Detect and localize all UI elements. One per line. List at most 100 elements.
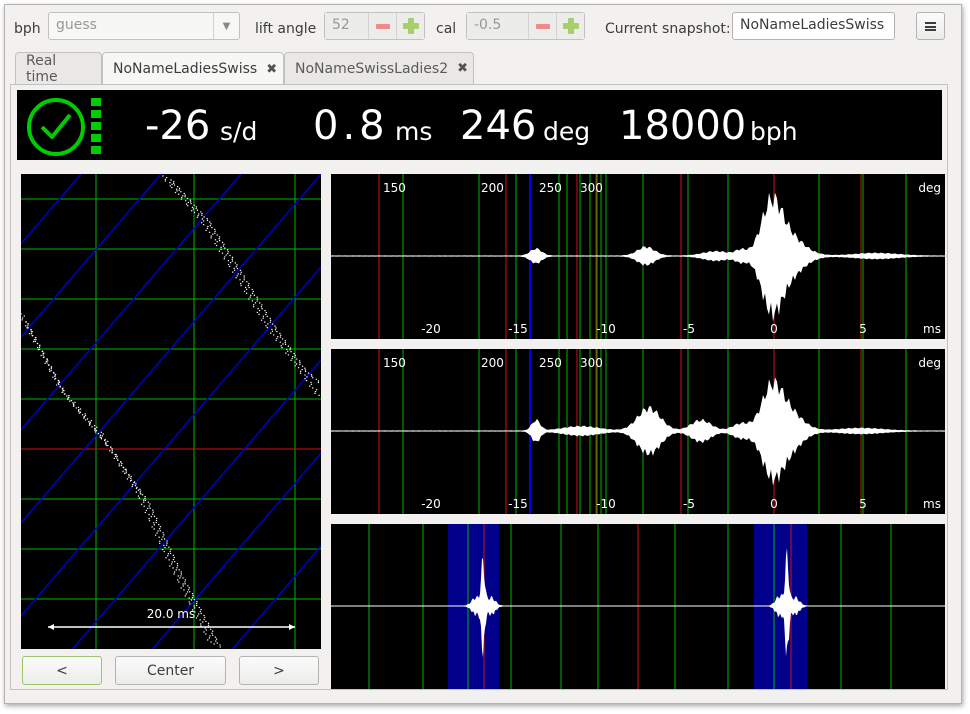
tab-nonameladiesswiss[interactable]: NoNameLadiesSwiss ✖ (102, 52, 284, 85)
strip-dot (138, 497, 141, 499)
strip-dot (261, 308, 263, 310)
strip-dot (257, 307, 259, 310)
strip-dot (130, 475, 132, 478)
strip-dot (184, 595, 186, 597)
bph-combo[interactable]: guess ▼ (48, 12, 240, 40)
strip-dot (113, 457, 115, 460)
strip-dot (70, 399, 73, 402)
strip-dot (139, 490, 142, 492)
strip-dot (200, 623, 202, 625)
strip-dot (148, 518, 150, 520)
cal-decrement-button[interactable] (528, 13, 556, 39)
close-tab-icon[interactable]: ✖ (266, 62, 277, 77)
strip-dot (59, 385, 61, 387)
strip-dot (151, 513, 154, 515)
snapshot-name-input[interactable]: NoNameLadiesSwiss (732, 12, 895, 40)
strip-dot (167, 555, 169, 557)
strip-dot (213, 643, 215, 645)
strip-dot (155, 521, 157, 524)
strip-dot (203, 614, 205, 617)
strip-dot (206, 217, 208, 220)
strip-dot (48, 364, 50, 366)
strip-dot (220, 246, 222, 249)
strip-dot (299, 361, 301, 364)
strip-dot (31, 334, 34, 337)
strip-dot (298, 360, 301, 362)
strip-dot (266, 326, 268, 329)
strip-dot (180, 198, 183, 200)
strip-dot (57, 379, 60, 382)
cal-value[interactable]: -0.5 (467, 13, 528, 39)
lift-angle-value[interactable]: 52 (325, 13, 368, 39)
strip-dot (34, 340, 37, 343)
strip-dot (209, 635, 211, 637)
cal-increment-button[interactable] (556, 13, 584, 39)
strip-dot (222, 245, 225, 247)
strip-dot (137, 489, 140, 491)
strip-dot (102, 433, 104, 435)
strip-dot (265, 311, 268, 314)
close-tab-icon[interactable]: ✖ (457, 61, 468, 76)
strip-dot (276, 337, 278, 340)
strip-dot (33, 338, 36, 341)
strip-dot (158, 536, 160, 538)
toc-waveform-chart: 150 200 250 300 deg -20 -15 -10 -5 0 5 m… (331, 349, 945, 514)
strip-dot (271, 323, 274, 325)
lift-angle-spinbox[interactable]: 52 (324, 12, 425, 40)
center-button[interactable]: Center (115, 656, 226, 685)
strip-dot (165, 544, 168, 546)
main-menu-button[interactable] (916, 12, 945, 40)
strip-dot (227, 263, 230, 266)
strip-dot (114, 453, 116, 456)
strip-dot (180, 573, 183, 575)
ms-tick: -20 (421, 322, 441, 336)
strip-dot (152, 511, 155, 513)
strip-dot (184, 583, 186, 585)
tab-nonameswissladies2[interactable]: NoNameSwissLadies2 ✖ (284, 52, 474, 84)
strip-dot (203, 618, 205, 621)
next-button[interactable]: > (239, 656, 319, 685)
strip-dot (216, 241, 218, 243)
strip-dot (229, 261, 232, 264)
prev-button[interactable]: < (22, 656, 102, 685)
strip-dot (168, 559, 170, 561)
cal-spinbox[interactable]: -0.5 (466, 12, 585, 40)
strip-dot (192, 595, 194, 597)
strip-dot (169, 552, 172, 555)
strip-dot (72, 403, 75, 406)
strip-dot (231, 256, 234, 259)
deg-tick: 300 (580, 181, 603, 195)
strip-dot (195, 617, 198, 619)
strip-dot (27, 327, 29, 329)
strip-dot (209, 221, 211, 223)
strip-dot (169, 565, 171, 567)
paperstrip-view[interactable]: 20.0 ms (21, 174, 321, 649)
strip-dot (189, 591, 191, 593)
strip-dot (96, 426, 98, 429)
strip-dot (310, 383, 313, 385)
strip-dot (240, 273, 242, 275)
strip-dot (195, 604, 198, 607)
ms-tick: 0 (770, 497, 778, 511)
tab-real-time[interactable]: Real time (15, 52, 102, 85)
strip-dot (211, 630, 214, 632)
strip-dot (173, 571, 176, 573)
strip-dot (231, 258, 233, 260)
strip-dot (251, 292, 254, 295)
strip-dot (245, 292, 248, 294)
strip-dot (178, 187, 181, 190)
strip-dot (317, 380, 320, 382)
lift-angle-increment-button[interactable] (396, 13, 424, 39)
strip-dot (191, 593, 194, 595)
strip-dot (31, 331, 33, 333)
strip-dot (137, 495, 140, 497)
strip-dot (215, 640, 217, 642)
strip-dot (239, 279, 241, 281)
strip-dot (202, 220, 205, 222)
ms-tick: -15 (508, 497, 528, 511)
strip-dot (153, 522, 155, 524)
strip-dot (149, 503, 151, 505)
lift-angle-decrement-button[interactable] (368, 13, 396, 39)
strip-dot (243, 290, 246, 293)
strip-dot (170, 563, 173, 565)
